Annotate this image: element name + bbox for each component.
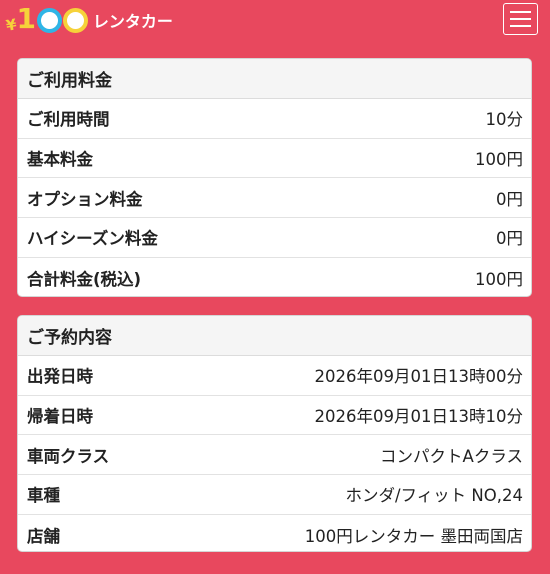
booking-row-departure: 出発日時 2026年09月01日13時00分	[18, 356, 531, 396]
menu-bar	[510, 11, 531, 13]
row-label: ご利用時間	[27, 110, 110, 130]
fee-summary-card: ご利用料金 ご利用時間 10分 基本料金 100円 オプション料金 0円 ハイシ…	[17, 58, 532, 297]
row-value: ホンダ/フィット NO,24	[345, 486, 523, 506]
row-label: 出発日時	[27, 367, 93, 387]
hamburger-menu-icon[interactable]	[503, 3, 538, 35]
row-value: 0円	[496, 229, 523, 249]
logo-zero-circle-yellow	[62, 7, 88, 33]
row-value: 100円	[475, 269, 523, 289]
row-value: 10分	[485, 110, 524, 130]
row-value: 0円	[496, 189, 523, 209]
booking-row-return: 帰着日時 2026年09月01日13時10分	[18, 396, 531, 436]
booking-row-car-model: 車種 ホンダ/フィット NO,24	[18, 475, 531, 515]
row-value: 2026年09月01日13時10分	[314, 407, 523, 427]
row-value: 100円レンタカー 墨田両国店	[304, 526, 523, 546]
row-label: 帰着日時	[27, 407, 93, 427]
logo-digit: 1	[16, 2, 36, 35]
fee-summary-title: ご利用料金	[18, 59, 531, 99]
booking-details-title: ご予約内容	[18, 316, 531, 356]
app-header: ¥ 1 レンタカー	[0, 0, 550, 40]
row-value: 100円	[475, 150, 523, 170]
row-label: 合計料金(税込)	[27, 269, 142, 289]
row-value: コンパクトAクラス	[380, 446, 523, 466]
logo[interactable]: ¥ 1 レンタカー	[5, 2, 173, 36]
logo-text: レンタカー	[92, 12, 173, 31]
menu-bar	[510, 18, 531, 20]
row-label: 車両クラス	[27, 446, 110, 466]
menu-bar	[510, 25, 531, 27]
row-label: ハイシーズン料金	[27, 229, 158, 249]
fee-row-total: 合計料金(税込) 100円	[18, 258, 531, 296]
row-label: オプション料金	[27, 189, 143, 209]
fee-row-high-season-fee: ハイシーズン料金 0円	[18, 218, 531, 258]
fee-row-base-fee: 基本料金 100円	[18, 139, 531, 179]
row-label: 車種	[27, 486, 60, 506]
booking-row-vehicle-class: 車両クラス コンパクトAクラス	[18, 435, 531, 476]
logo-zero-circle-blue	[36, 7, 62, 33]
row-label: 店舗	[27, 526, 60, 546]
row-value: 2026年09月01日13時00分	[314, 367, 523, 387]
booking-row-store: 店舗 100円レンタカー 墨田両国店	[18, 515, 531, 551]
fee-row-option-fee: オプション料金 0円	[18, 178, 531, 219]
fee-row-usage-time: ご利用時間 10分	[18, 99, 531, 139]
row-label: 基本料金	[27, 150, 93, 170]
booking-details-card: ご予約内容 出発日時 2026年09月01日13時00分 帰着日時 2026年0…	[17, 315, 532, 552]
